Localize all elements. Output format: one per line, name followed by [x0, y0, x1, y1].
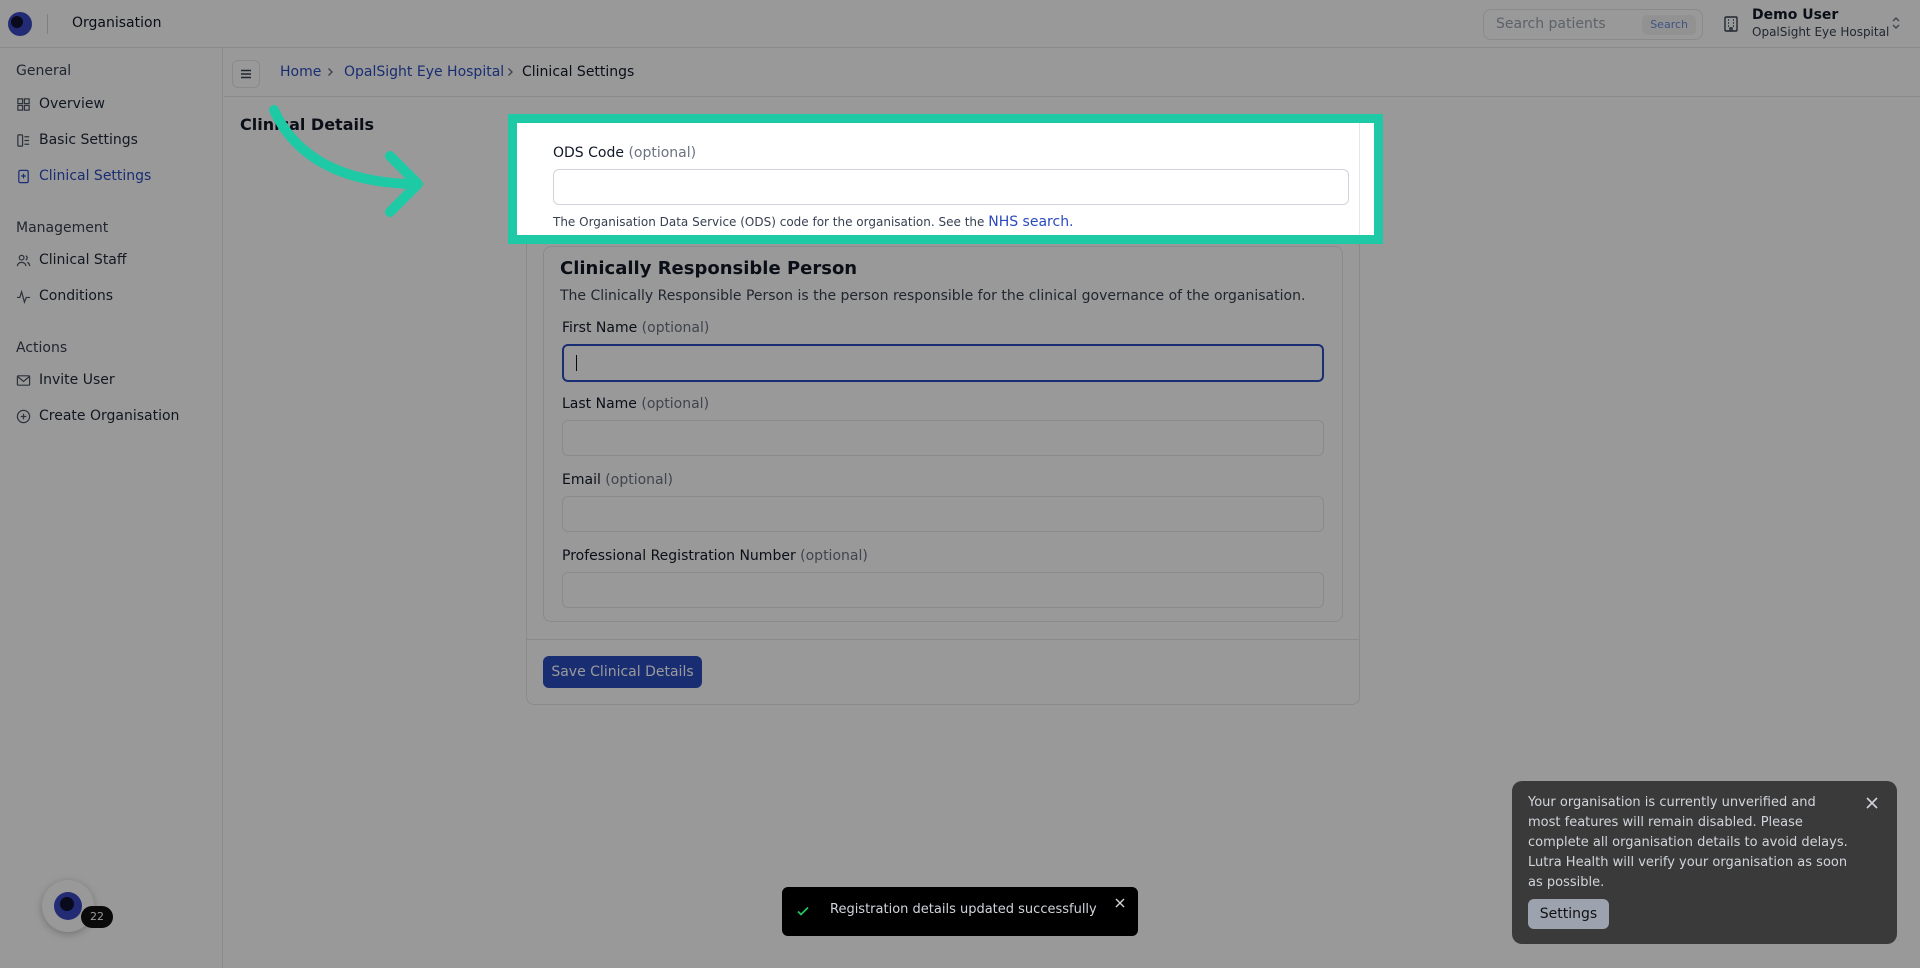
tour-highlight-ods: ODS Code (optional) The Organisation Dat… — [508, 114, 1383, 244]
nhs-search-link[interactable]: NHS search. — [988, 214, 1073, 230]
close-icon[interactable] — [1114, 897, 1126, 909]
ods-code-help: The Organisation Data Service (ODS) code… — [553, 214, 1074, 230]
notice-text: Your organisation is currently unverifie… — [1528, 795, 1848, 890]
tour-arrow-icon — [269, 105, 423, 217]
ods-code-label: ODS Code (optional) — [553, 145, 697, 161]
close-icon[interactable] — [1864, 795, 1880, 811]
verification-notice: Your organisation is currently unverifie… — [1512, 781, 1897, 944]
toast-text: Registration details updated successfull… — [830, 902, 1097, 917]
card-edge — [1359, 123, 1360, 235]
success-toast: Registration details updated successfull… — [782, 887, 1138, 936]
check-icon — [797, 906, 809, 916]
ods-code-input[interactable] — [553, 169, 1349, 205]
notice-settings-button[interactable]: Settings — [1528, 899, 1609, 929]
